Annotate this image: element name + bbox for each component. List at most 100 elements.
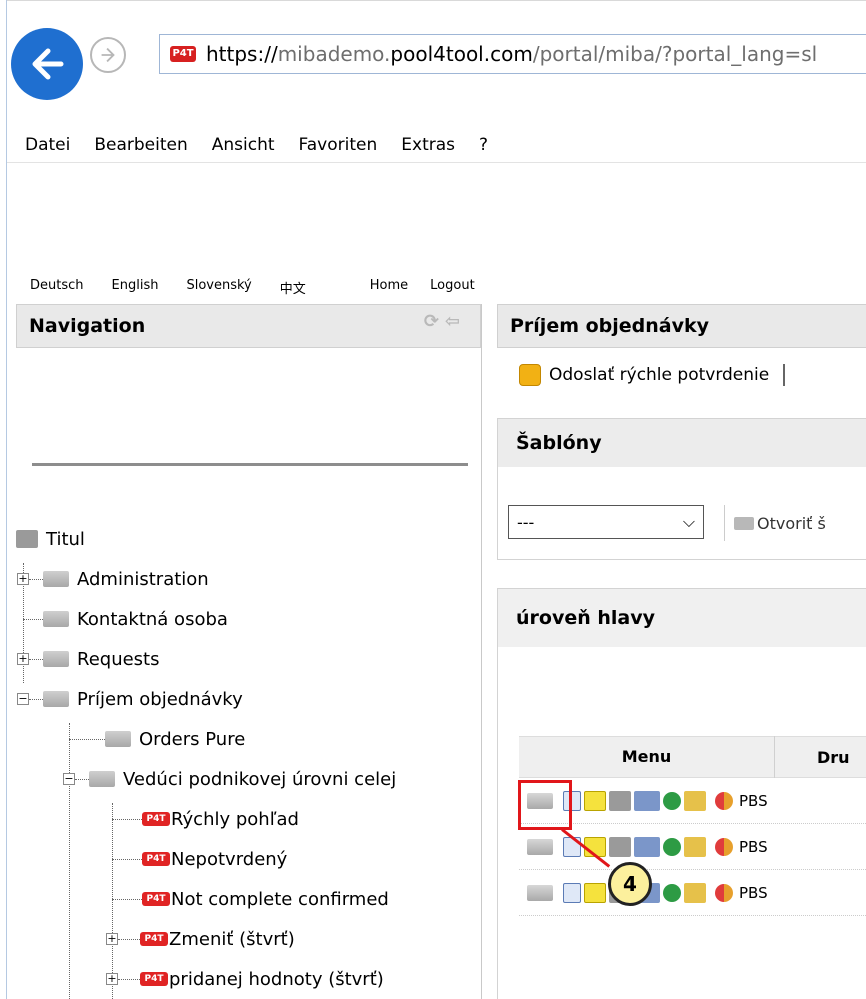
users-icon[interactable] — [715, 883, 733, 902]
tree-item-label: Not complete confirmed — [171, 888, 389, 910]
open-template-button[interactable]: Otvoriť š — [734, 514, 826, 533]
navigation-panel: Navigation ⟳⇦ Titul + Administration Kon… — [16, 304, 482, 999]
expand-plus-icon[interactable]: + — [17, 573, 29, 585]
tree-connector — [118, 978, 140, 980]
templates-header: Šablóny — [498, 419, 866, 467]
folder-export-icon[interactable] — [684, 790, 706, 811]
folder-icon — [43, 571, 69, 587]
menu-bearbeiten[interactable]: Bearbeiten — [94, 135, 187, 155]
url-scheme: https:// — [206, 42, 278, 66]
tree-item-zmenit[interactable]: + P4T Zmeniť (štvrť) — [16, 919, 482, 959]
navigation-tree: Titul + Administration Kontaktná osoba +… — [16, 519, 482, 999]
tree-connector — [112, 898, 142, 900]
tree-item-label: Administration — [77, 568, 209, 590]
globe-icon[interactable] — [663, 883, 681, 902]
word-document-icon[interactable] — [563, 882, 581, 903]
chevron-down-icon: ⌵ — [682, 512, 695, 531]
template-select-value: --- — [517, 512, 535, 532]
back-button[interactable] — [11, 28, 83, 100]
collapse-minus-icon[interactable]: − — [17, 693, 29, 705]
open-template-label: Otvoriť š — [757, 514, 826, 533]
p4t-logo-icon: P4T — [142, 852, 170, 866]
lang-english[interactable]: English — [112, 278, 159, 300]
globe-icon[interactable] — [663, 837, 681, 856]
navigation-title: Navigation — [29, 315, 146, 337]
folder-export-icon[interactable] — [684, 882, 706, 903]
window-left-border — [0, 0, 7, 999]
language-links: Deutsch English Slovenský 中文 Home Logout — [30, 278, 503, 300]
tree-item-rychly-pohlad[interactable]: P4T Rýchly pohľad — [16, 799, 482, 839]
folder-stack-icon[interactable] — [609, 790, 631, 811]
folder-icon — [105, 731, 131, 747]
folder-icon — [43, 691, 69, 707]
printer-icon[interactable] — [634, 790, 660, 811]
collapse-arrow-icon[interactable]: ⇦ — [445, 311, 466, 332]
menu-datei[interactable]: Datei — [25, 135, 70, 155]
tree-item-label: Titul — [46, 528, 85, 550]
content-header: Príjem objednávky — [497, 304, 866, 348]
notes-icon[interactable] — [584, 882, 606, 903]
tree-item-kontaktna-osoba[interactable]: Kontaktná osoba — [16, 599, 482, 639]
lang-chinese[interactable]: 中文 — [280, 278, 306, 300]
tree-item-label: Requests — [77, 648, 160, 670]
tree-item-veduci[interactable]: − Vedúci podnikovej úrovni celej — [16, 759, 482, 799]
tree-item-label: Nepotvrdený — [171, 848, 288, 870]
users-icon[interactable] — [715, 791, 733, 810]
template-select[interactable]: --- ⌵ — [508, 505, 704, 539]
tree-connector — [29, 658, 43, 660]
folder-icon[interactable] — [527, 884, 553, 901]
p4t-logo-icon: P4T — [142, 892, 170, 906]
table-row: PBS — [519, 870, 866, 916]
tree-item-administration[interactable]: + Administration — [16, 559, 482, 599]
menu-extras[interactable]: Extras — [401, 135, 455, 155]
lang-deutsch[interactable]: Deutsch — [30, 278, 84, 300]
home-link[interactable]: Home — [370, 278, 408, 300]
tree-item-pridanej-hodnoty[interactable]: + P4T pridanej hodnoty (štvrť) — [16, 959, 482, 999]
folder-stack-icon[interactable] — [609, 836, 631, 857]
refresh-icon[interactable]: ⟳ — [424, 311, 445, 332]
content-title: Príjem objednávky — [510, 315, 710, 337]
tree-item-requests[interactable]: + Requests — [16, 639, 482, 679]
tree-item-label: Zmeniť (štvrť) — [169, 928, 295, 950]
folder-stack-icon — [16, 530, 38, 548]
notes-icon[interactable] — [584, 790, 606, 811]
folder-icon — [89, 771, 115, 787]
tree-connector — [69, 738, 105, 740]
expand-plus-icon[interactable]: + — [106, 933, 118, 945]
address-bar[interactable]: P4T https://mibademo. pool4tool.com/porta… — [159, 34, 866, 74]
tree-item-orders-pure[interactable]: Orders Pure — [16, 719, 482, 759]
expand-plus-icon[interactable]: + — [17, 653, 29, 665]
row-type-value: PBS — [739, 837, 768, 856]
menu-favoriten[interactable]: Favoriten — [299, 135, 378, 155]
tree-item-titul[interactable]: Titul — [16, 519, 482, 559]
collapse-minus-icon[interactable]: − — [63, 773, 75, 785]
expand-plus-icon[interactable]: + — [106, 973, 118, 985]
row-type-value: PBS — [739, 791, 768, 810]
window-top-border — [7, 0, 866, 1]
printer-icon[interactable] — [634, 836, 660, 857]
tree-item-not-complete-confirmed[interactable]: P4T Not complete confirmed — [16, 879, 482, 919]
folder-export-icon[interactable] — [684, 836, 706, 857]
tree-item-nepotvrdeny[interactable]: P4T Nepotvrdený — [16, 839, 482, 879]
tree-item-prijem-objednavky[interactable]: − Príjem objednávky — [16, 679, 482, 719]
users-icon[interactable] — [715, 837, 733, 856]
forward-arrow-icon — [101, 47, 115, 63]
logout-link[interactable]: Logout — [430, 278, 475, 300]
lang-slovensky[interactable]: Slovenský — [186, 278, 251, 300]
back-arrow-icon — [32, 48, 64, 80]
site-favicon-icon: P4T — [170, 46, 196, 62]
tree-item-label: Vedúci podnikovej úrovni celej — [123, 768, 397, 790]
quick-confirm-button[interactable]: Odoslať rýchle potvrdenie — [519, 364, 786, 386]
forward-button[interactable] — [90, 37, 126, 73]
tree-item-label: pridanej hodnoty (štvrť) — [169, 968, 384, 990]
tree-connector — [29, 578, 43, 580]
folder-icon[interactable] — [527, 838, 553, 855]
p4t-logo-icon: P4T — [140, 932, 168, 946]
tree-connector — [75, 778, 89, 780]
menu-ansicht[interactable]: Ansicht — [212, 135, 275, 155]
toolbar-separator — [783, 364, 786, 386]
menu-help[interactable]: ? — [479, 135, 488, 155]
panel-header-icons: ⟳⇦ — [424, 311, 466, 332]
p4t-logo-icon: P4T — [142, 812, 170, 826]
globe-icon[interactable] — [663, 791, 681, 810]
